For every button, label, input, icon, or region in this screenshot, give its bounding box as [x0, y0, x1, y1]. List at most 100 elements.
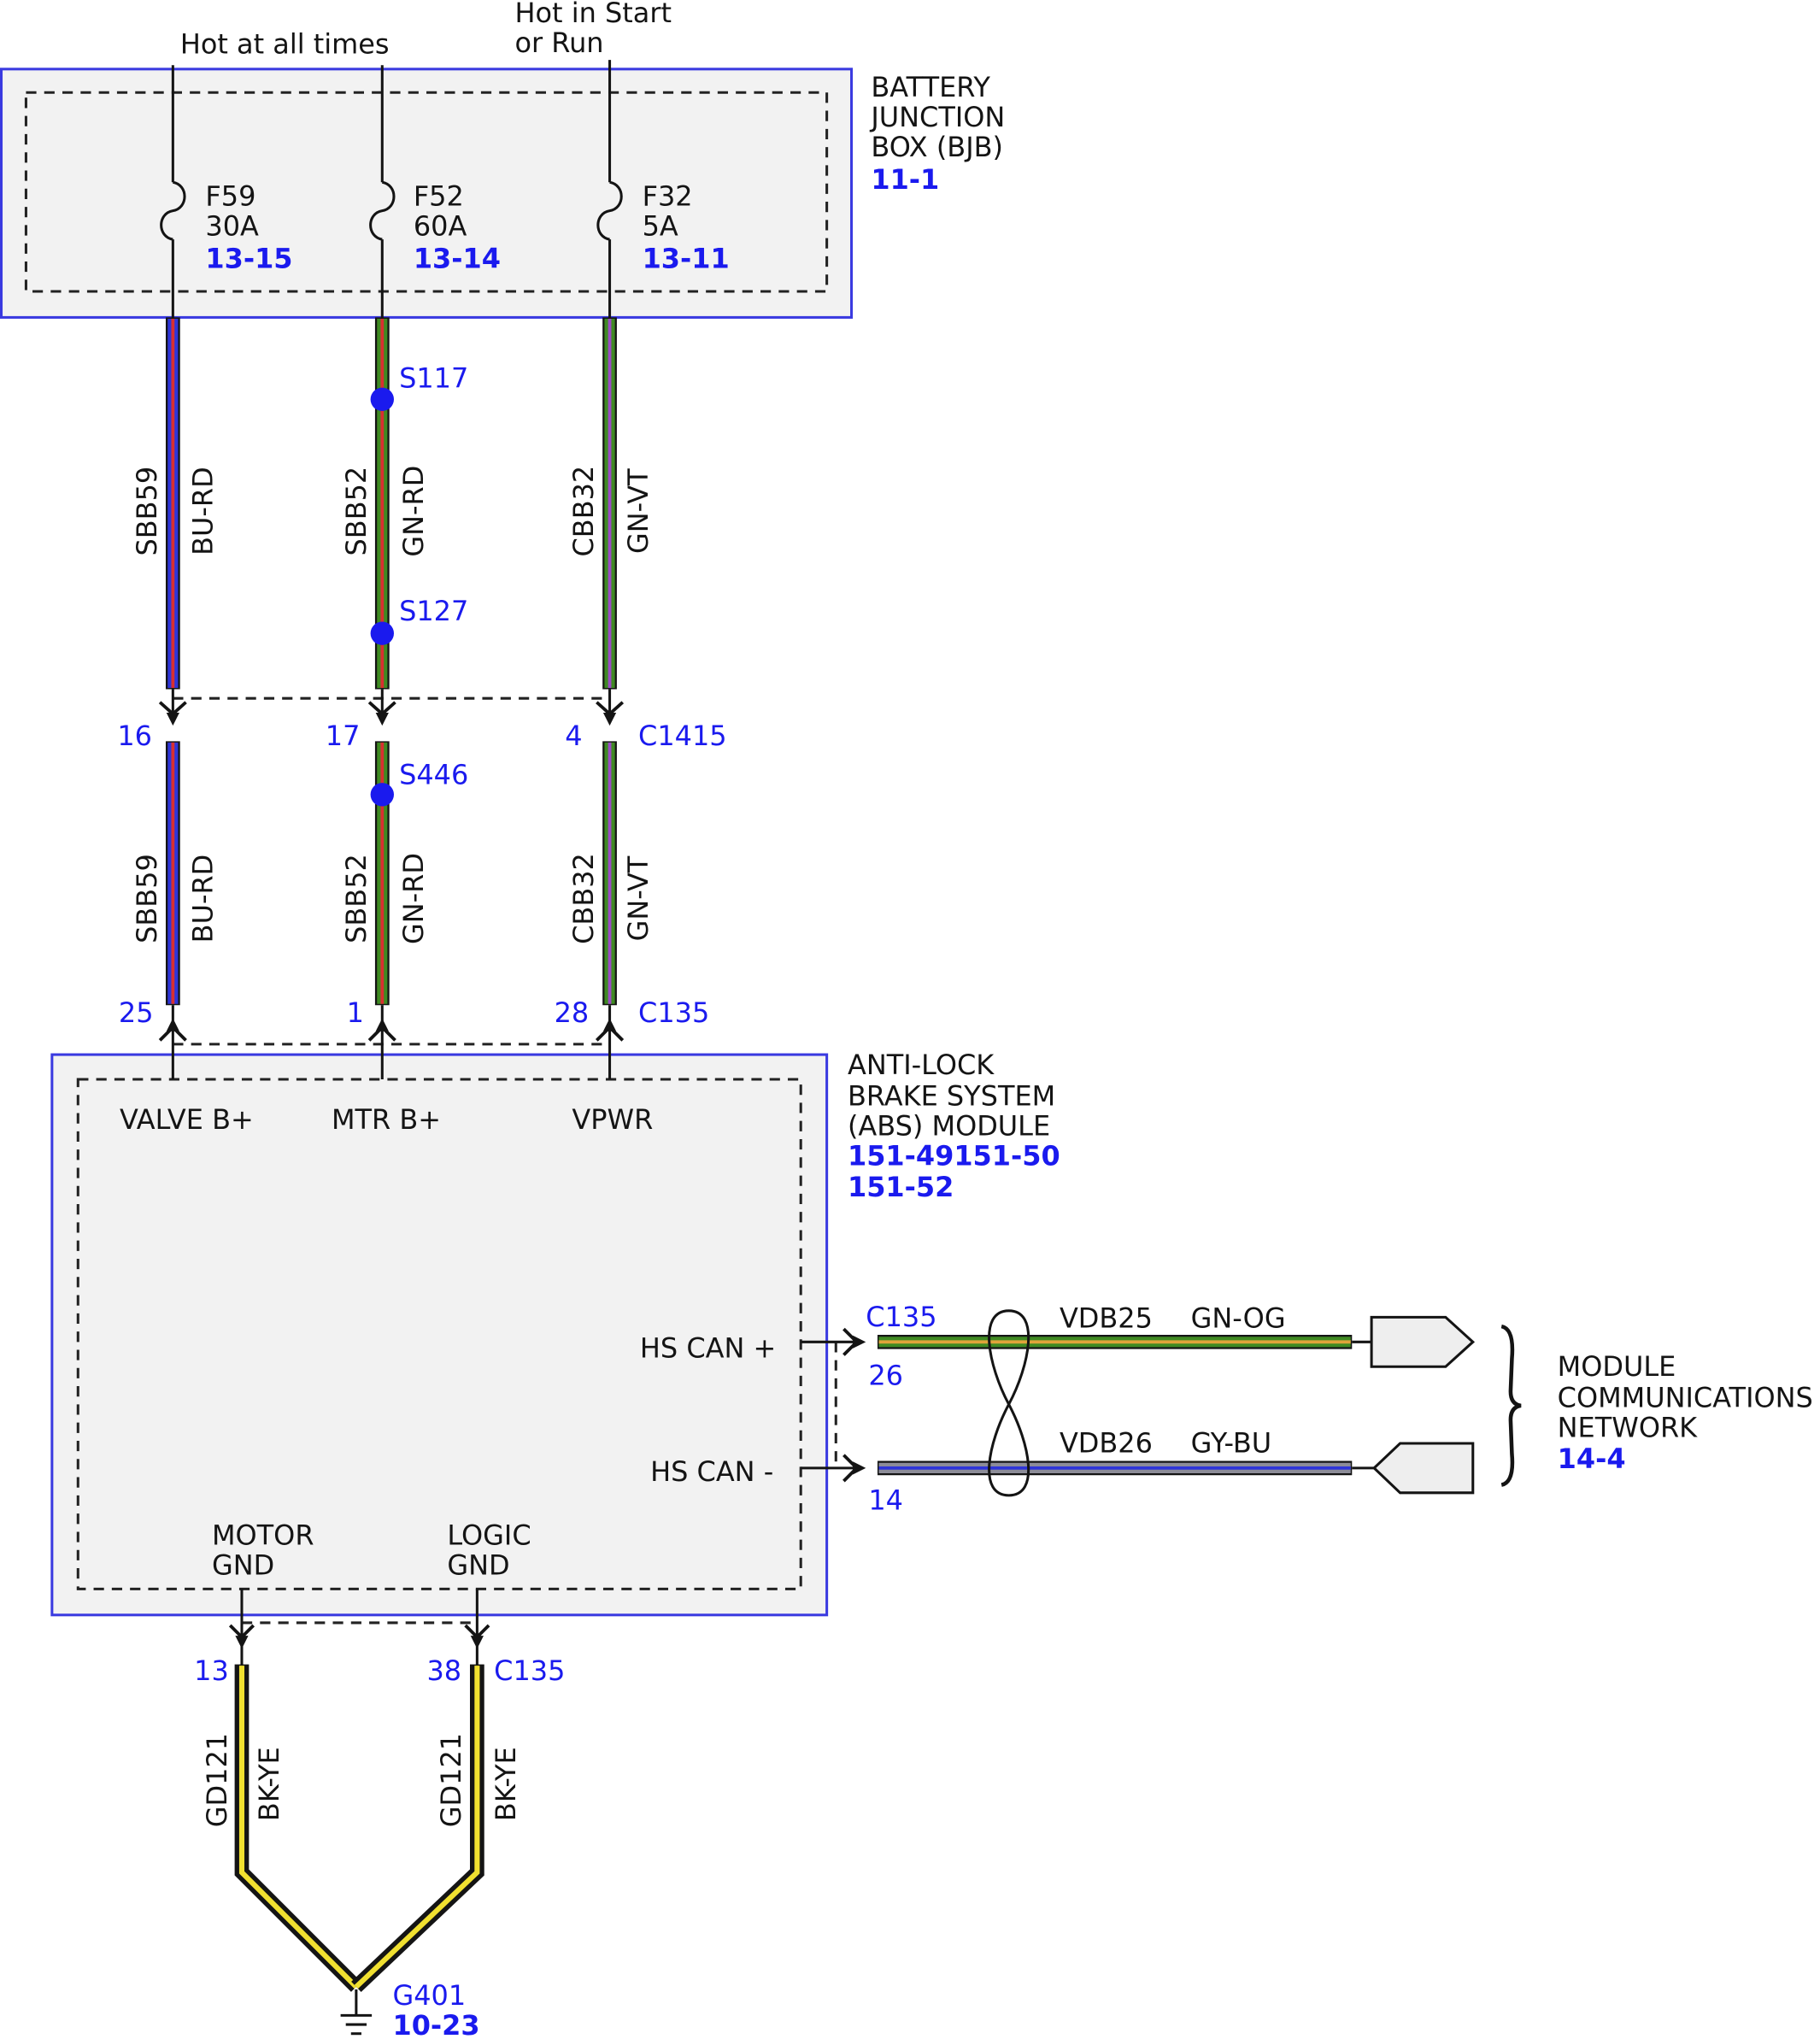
ground-point-label: G401 — [392, 1979, 466, 2012]
pin-number: 26 — [868, 1360, 903, 1392]
bjb-title-line: JUNCTION — [869, 101, 1005, 133]
abs-title-line: ANTI-LOCK — [848, 1049, 995, 1081]
pin-number: 4 — [565, 720, 582, 752]
fuse-rating: 60A — [414, 210, 467, 243]
pin-number: 25 — [119, 996, 154, 1029]
wire-color-label: GN-VT — [622, 855, 655, 941]
abs-title-line: (ABS) MODULE — [848, 1109, 1050, 1142]
ground-ref: 10-23 — [392, 2009, 479, 2039]
connector-name: C135 — [638, 996, 709, 1029]
wire-color-label: BU-RD — [186, 467, 219, 555]
pin-number: 38 — [426, 1654, 461, 1687]
wire-circuit-label: VDB26 — [1060, 1427, 1153, 1460]
wire-color-label: BK-YE — [490, 1747, 522, 1821]
splice-s117-dot — [370, 387, 394, 411]
wire-vdb25: VDB25 GN-OG — [877, 1302, 1476, 1368]
pin-number: 1 — [347, 996, 364, 1029]
fuse-id: F59 — [205, 180, 255, 213]
wire-vdb26: VDB26 GY-BU — [877, 1427, 1475, 1495]
wire-circuit-label: GD121 — [201, 1733, 233, 1827]
fuse-rating: 30A — [205, 210, 259, 243]
wire-gd121-motor — [234, 1664, 361, 1992]
wiring-diagram: Hot at all times Hot in Start or Run F59… — [0, 0, 1813, 2039]
bjb-title-line: BOX (BJB) — [871, 131, 1003, 163]
connector-arrow-icon — [853, 1461, 866, 1475]
wire-circuit-label: SBB59 — [131, 854, 163, 943]
splice-s446-dot — [370, 783, 394, 807]
hot-in-start-label: Hot in Start — [514, 0, 672, 29]
network-ref: 14-4 — [1558, 1443, 1626, 1475]
pin-number: 17 — [326, 720, 361, 752]
connector-arrow-icon — [853, 1335, 866, 1349]
network-connector-in-icon — [1371, 1442, 1475, 1495]
connector-arrow-icon — [166, 1018, 179, 1031]
connector-c1415: 16 17 4 C1415 — [117, 689, 727, 752]
wire-color-label: GN-RD — [397, 466, 430, 557]
wire-circuit-label: CBB32 — [567, 466, 600, 557]
abs-pin-mtr-b-plus: MTR B+ — [332, 1103, 441, 1136]
bjb-title: BATTERY JUNCTION BOX (BJB) 11-1 — [869, 71, 1005, 196]
network-title-line: COMMUNICATIONS — [1558, 1381, 1813, 1413]
hs-can-minus-label: HS CAN - — [650, 1455, 773, 1488]
wire-color-label: GN-VT — [622, 468, 655, 554]
network-title-line: MODULE — [1558, 1350, 1676, 1383]
motor-gnd-label: GND — [212, 1549, 274, 1582]
connector-name: C135 — [866, 1301, 936, 1333]
wire-circuit-label: SBB52 — [340, 854, 373, 943]
hs-can-plus-label: HS CAN + — [640, 1332, 776, 1365]
network-title: MODULE COMMUNICATIONS NETWORK 14-4 — [1558, 1350, 1813, 1475]
wire-color-label: BU-RD — [186, 855, 219, 943]
network-title-line: NETWORK — [1558, 1411, 1698, 1443]
fuse-id: F32 — [643, 180, 693, 213]
connector-arrow-icon — [602, 712, 617, 726]
motor-gnd-label: MOTOR — [212, 1519, 314, 1552]
pin-number: 28 — [555, 996, 590, 1029]
connector-c135-power: 25 1 28 C135 — [119, 996, 709, 1029]
wire-color-label: BK-YE — [253, 1747, 285, 1821]
splice-s446-label: S446 — [399, 759, 468, 791]
fuse-ref: 13-11 — [643, 243, 730, 275]
abs-ref: 151-49151-50 — [848, 1139, 1060, 1172]
hot-at-all-times-label: Hot at all times — [180, 28, 390, 61]
abs-pin-vpwr: VPWR — [572, 1103, 653, 1136]
connector-name: C1415 — [638, 720, 727, 752]
connector-arrow-icon — [166, 712, 179, 726]
pin-number: 16 — [117, 720, 152, 752]
splice-s117-label: S117 — [399, 362, 468, 395]
fuse-rating: 5A — [643, 210, 678, 243]
wire-circuit-label: SBB59 — [131, 467, 163, 556]
connector-arrow-icon — [375, 1018, 389, 1031]
bjb-ref: 11-1 — [871, 163, 939, 196]
pin-number: 14 — [868, 1484, 903, 1517]
fuse-id: F52 — [414, 180, 464, 213]
wire-outline — [234, 1664, 361, 1992]
abs-title-line: BRAKE SYSTEM — [848, 1079, 1055, 1112]
splice-s127-label: S127 — [399, 595, 468, 627]
wire-circuit-label: VDB25 — [1060, 1302, 1153, 1335]
bjb-title-line: BATTERY — [871, 71, 990, 103]
wire-circuit-label: GD121 — [435, 1733, 467, 1827]
connector-arrow-icon — [235, 1636, 249, 1649]
network-connector-out-icon — [1370, 1315, 1476, 1368]
wire-color-label: GN-RD — [397, 853, 430, 944]
pin-number: 13 — [194, 1654, 229, 1687]
connector-name: C135 — [494, 1654, 565, 1687]
connector-arrow-icon — [470, 1636, 484, 1649]
wire-circuit-label: CBB32 — [567, 853, 600, 944]
logic-gnd-label: LOGIC — [447, 1519, 531, 1552]
fuse-ref: 13-14 — [414, 243, 501, 275]
splice-s127-dot — [370, 621, 394, 645]
logic-gnd-label: GND — [447, 1549, 509, 1582]
abs-pin-valve-b-plus: VALVE B+ — [120, 1103, 254, 1136]
wire-circuit-label: SBB52 — [340, 467, 373, 556]
connector-arrow-icon — [602, 1018, 617, 1031]
fuse-ref: 13-15 — [205, 243, 292, 275]
abs-title: ANTI-LOCK BRAKE SYSTEM (ABS) MODULE 151-… — [848, 1049, 1060, 1203]
brace-icon — [1500, 1324, 1522, 1487]
wire-color-label: GY-BU — [1191, 1427, 1272, 1460]
abs-ref: 151-52 — [848, 1171, 954, 1203]
or-run-label: or Run — [514, 26, 603, 59]
wire-color-label: GN-OG — [1191, 1302, 1286, 1335]
connector-arrow-icon — [375, 712, 389, 726]
ground-symbol-icon — [340, 1989, 373, 2036]
